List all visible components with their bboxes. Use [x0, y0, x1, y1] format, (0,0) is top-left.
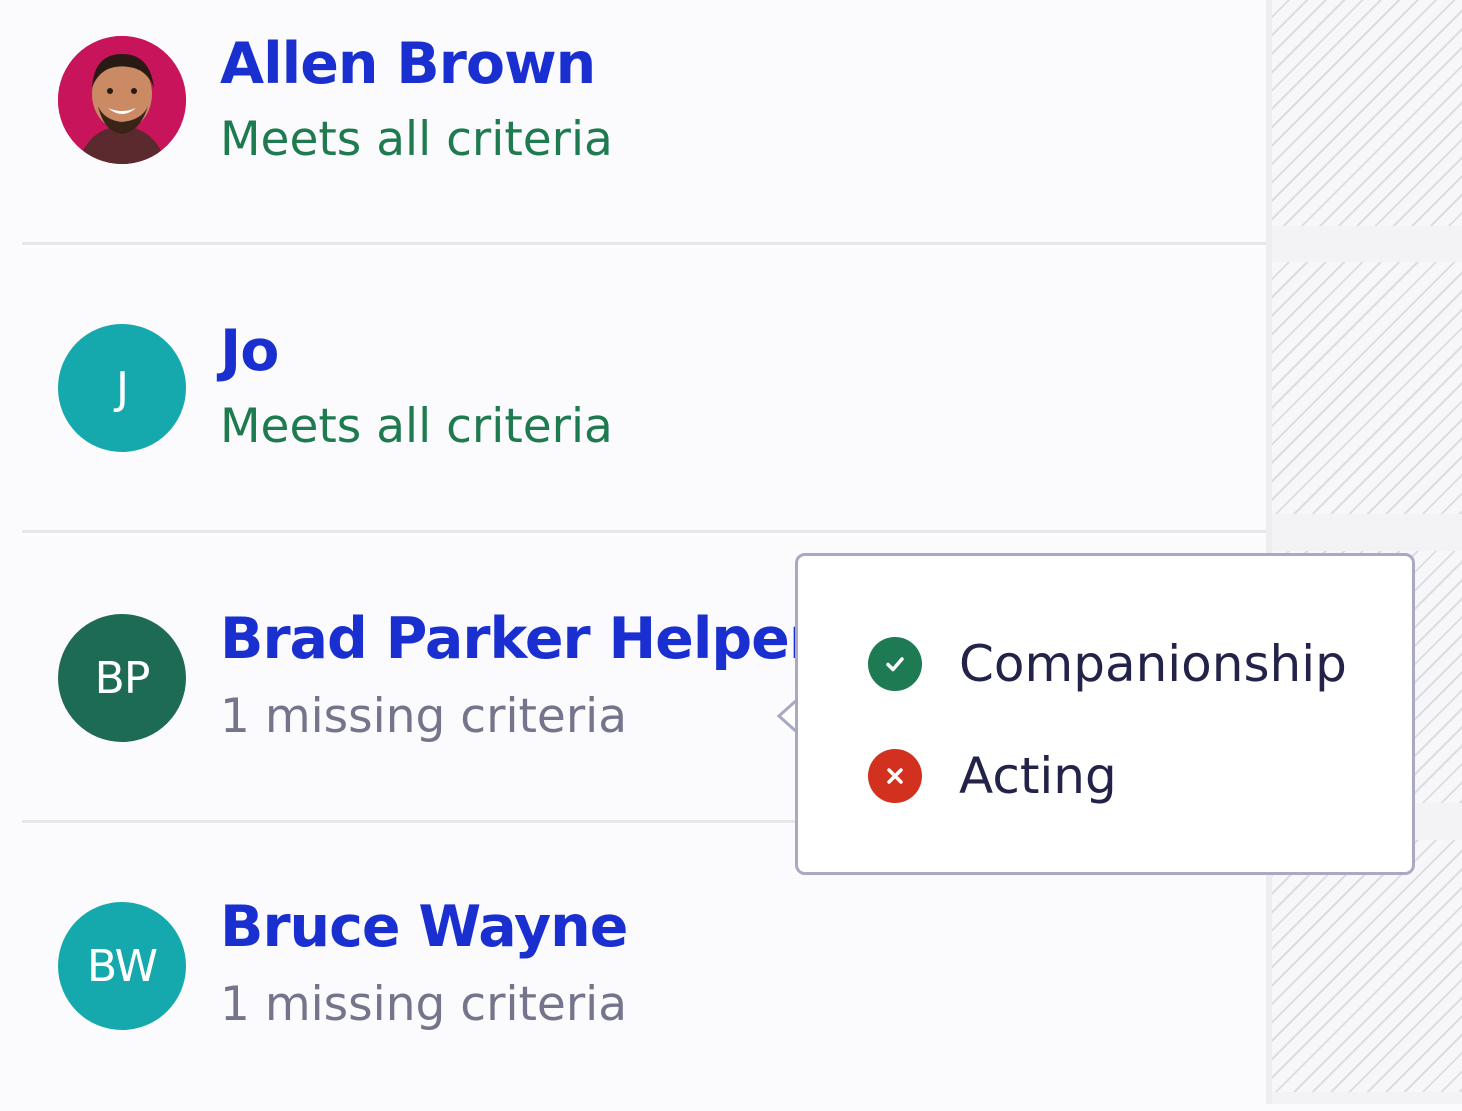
person-name-link[interactable]: Bruce Wayne: [220, 899, 628, 956]
avatar: J: [58, 324, 186, 452]
criteria-popover: Companionship Acting: [795, 553, 1415, 875]
person-name-link[interactable]: Allen Brown: [220, 36, 596, 93]
avatar: BP: [58, 614, 186, 742]
person-name-link[interactable]: Jo: [220, 323, 279, 380]
availability-track: [1266, 0, 1462, 1104]
avatar: [58, 36, 186, 164]
x-circle-icon: [868, 749, 922, 803]
criteria-item: Companionship: [868, 634, 1347, 694]
avatar: BW: [58, 902, 186, 1030]
criteria-status[interactable]: 1 missing criteria: [220, 693, 627, 740]
person-name-link[interactable]: Brad Parker Helper: [220, 611, 817, 668]
criteria-status[interactable]: 1 missing criteria: [220, 981, 627, 1028]
criteria-status: Meets all criteria: [220, 112, 613, 167]
criteria-label: Acting: [959, 747, 1117, 805]
check-circle-icon: [868, 637, 922, 691]
person-photo-icon: [58, 36, 186, 164]
criteria-status: Meets all criteria: [220, 399, 613, 454]
list-item[interactable]: J Jo Meets all criteria: [0, 245, 1266, 533]
people-list: Allen Brown Meets all criteria J Jo Meet…: [0, 0, 1266, 1104]
criteria-label: Companionship: [959, 635, 1347, 693]
criteria-item: Acting: [868, 746, 1117, 806]
unavailable-slot: [1272, 262, 1462, 514]
unavailable-slot: [1272, 0, 1462, 226]
unavailable-slot: [1272, 840, 1462, 1092]
